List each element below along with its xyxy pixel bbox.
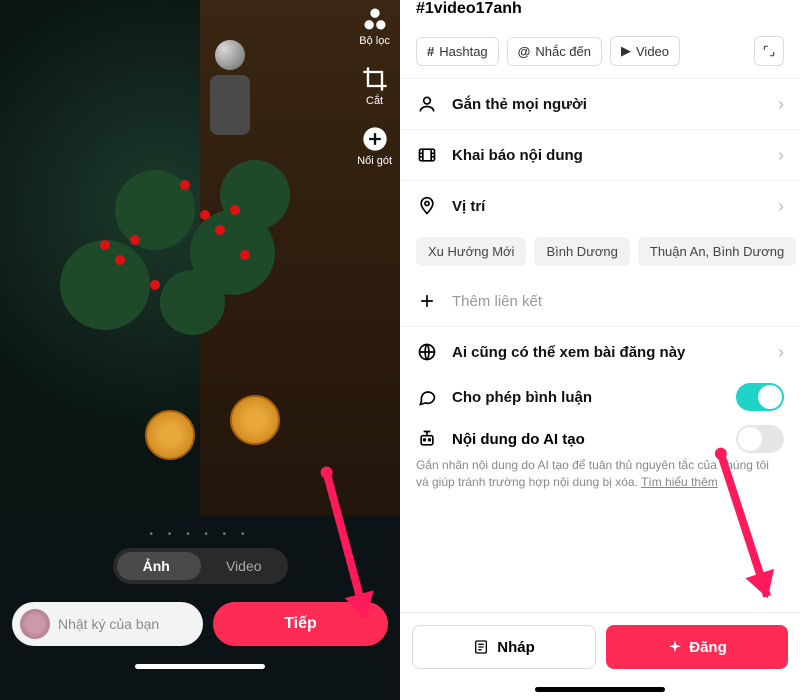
- chevron-right-icon: ›: [778, 196, 784, 217]
- chevron-right-icon: ›: [778, 145, 784, 166]
- learn-more-link[interactable]: Tìm hiểu thêm: [641, 475, 718, 489]
- globe-icon: [416, 341, 438, 363]
- home-indicator: [135, 664, 265, 669]
- location-suggestions: Xu Hướng Mới Bình Dương Thuận An, Bình D…: [400, 231, 800, 276]
- chevron-right-icon: ›: [778, 94, 784, 115]
- journal-input[interactable]: Nhật ký của bạn: [12, 602, 203, 646]
- media-type-segment[interactable]: Ảnh Video: [113, 548, 288, 584]
- expand-icon[interactable]: [754, 36, 784, 66]
- visibility-row[interactable]: Ai cũng có thể xem bài đăng này ›: [400, 326, 800, 377]
- filter-label: Bộ lọc: [359, 35, 390, 47]
- join-label: Nối gót: [357, 155, 392, 167]
- avatar: [20, 609, 50, 639]
- film-icon: [416, 144, 438, 166]
- editor-screen: Bộ lọc Cắt Nối gót • • • • • • Ảnh Video…: [0, 0, 400, 700]
- caption-text[interactable]: #1video17anh: [400, 0, 800, 22]
- location-chip[interactable]: Thuận An, Bình Dương: [638, 237, 796, 266]
- add-link-row[interactable]: Thêm liên kết: [400, 276, 800, 326]
- allow-comments-row: Cho phép bình luận: [400, 377, 800, 425]
- filter-button[interactable]: Bộ lọc: [359, 5, 390, 47]
- mention-chip[interactable]: @Nhắc đến: [507, 37, 602, 66]
- hashtag-chip[interactable]: #Hashtag: [416, 37, 499, 66]
- photo-preview[interactable]: Bộ lọc Cắt Nối gót: [0, 0, 400, 515]
- journal-placeholder: Nhật ký của bạn: [58, 616, 159, 632]
- crop-button[interactable]: Cắt: [361, 65, 389, 107]
- ai-content-label: Nội dung do AI tạo: [452, 431, 722, 448]
- location-icon: [416, 195, 438, 217]
- post-button[interactable]: Đăng: [606, 625, 788, 669]
- comments-toggle[interactable]: [736, 383, 784, 411]
- segment-photo[interactable]: Ảnh: [113, 558, 201, 574]
- join-button[interactable]: Nối gót: [357, 125, 392, 167]
- ai-toggle[interactable]: [736, 425, 784, 453]
- location-chip[interactable]: Xu Hướng Mới: [416, 237, 526, 266]
- location-chip[interactable]: Bình Dương: [534, 237, 629, 266]
- crop-label: Cắt: [366, 95, 383, 107]
- next-button[interactable]: Tiếp: [213, 602, 388, 646]
- page-dots: • • • • • •: [0, 515, 400, 548]
- location-row[interactable]: Vị trí ›: [400, 180, 800, 231]
- ai-description: Gắn nhãn nội dung do AI tạo để tuân thủ …: [416, 457, 784, 492]
- ai-icon: [416, 428, 438, 450]
- declare-content-row[interactable]: Khai báo nội dung ›: [400, 129, 800, 180]
- video-chip[interactable]: ▶Video: [610, 36, 680, 66]
- person-icon: [416, 93, 438, 115]
- draft-button[interactable]: Nháp: [412, 625, 596, 669]
- post-settings-screen: #1video17anh #Hashtag @Nhắc đến ▶Video G…: [400, 0, 800, 700]
- tag-people-row[interactable]: Gắn thẻ mọi người ›: [400, 78, 800, 129]
- segment-video[interactable]: Video: [200, 558, 288, 574]
- plus-icon: [416, 290, 438, 312]
- comment-icon: [416, 386, 438, 408]
- home-indicator: [535, 687, 665, 692]
- chevron-right-icon: ›: [778, 342, 784, 363]
